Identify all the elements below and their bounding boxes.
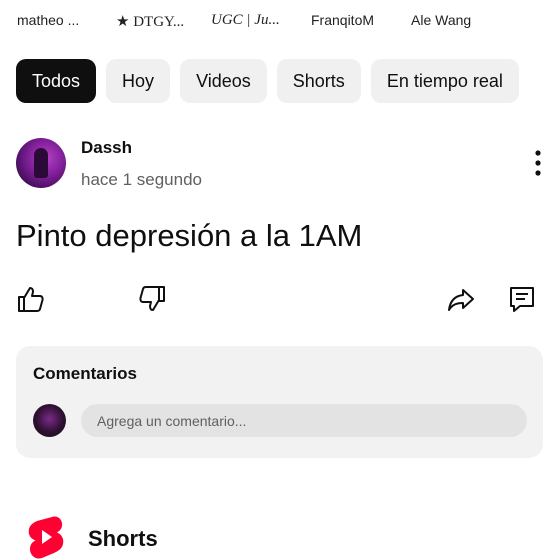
author-avatar[interactable] bbox=[16, 138, 66, 188]
chip-en-tiempo-real[interactable]: En tiempo real bbox=[370, 59, 519, 103]
comments-card[interactable]: Comentarios Agrega un comentario... bbox=[16, 346, 543, 458]
comment-input[interactable]: Agrega un comentario... bbox=[81, 404, 527, 437]
post-text: Pinto depresión a la 1AM bbox=[16, 218, 363, 253]
thumbs-up-icon[interactable] bbox=[16, 284, 46, 314]
channel-item[interactable]: UGC | Ju... bbox=[211, 12, 280, 29]
channel-item[interactable]: FranqitoM bbox=[311, 12, 374, 28]
chip-hoy[interactable]: Hoy bbox=[106, 59, 171, 103]
channel-item[interactable]: matheo ... bbox=[17, 12, 79, 28]
user-avatar bbox=[33, 404, 66, 437]
comments-title: Comentarios bbox=[33, 364, 137, 383]
comment-icon[interactable] bbox=[507, 284, 537, 314]
share-icon[interactable] bbox=[446, 284, 476, 314]
author-name[interactable]: Dassh bbox=[81, 138, 132, 158]
chip-videos[interactable]: Videos bbox=[180, 59, 267, 103]
thumbs-down-icon[interactable] bbox=[137, 284, 167, 314]
more-vertical-icon[interactable] bbox=[528, 148, 548, 178]
channel-item[interactable]: ★ DTGY... bbox=[116, 12, 184, 31]
channel-item[interactable]: Ale Wang bbox=[411, 12, 471, 28]
subscriptions-strip: matheo ... ★ DTGY... UGC | Ju... Franqit… bbox=[0, 0, 560, 42]
shorts-section-title: Shorts bbox=[88, 526, 158, 551]
filter-chips: Todos Hoy Videos Shorts En tiempo real bbox=[16, 59, 519, 103]
chip-todos[interactable]: Todos bbox=[16, 59, 97, 103]
chip-shorts[interactable]: Shorts bbox=[276, 59, 361, 103]
post-timestamp: hace 1 segundo bbox=[81, 170, 202, 189]
shorts-logo-icon bbox=[28, 516, 64, 559]
